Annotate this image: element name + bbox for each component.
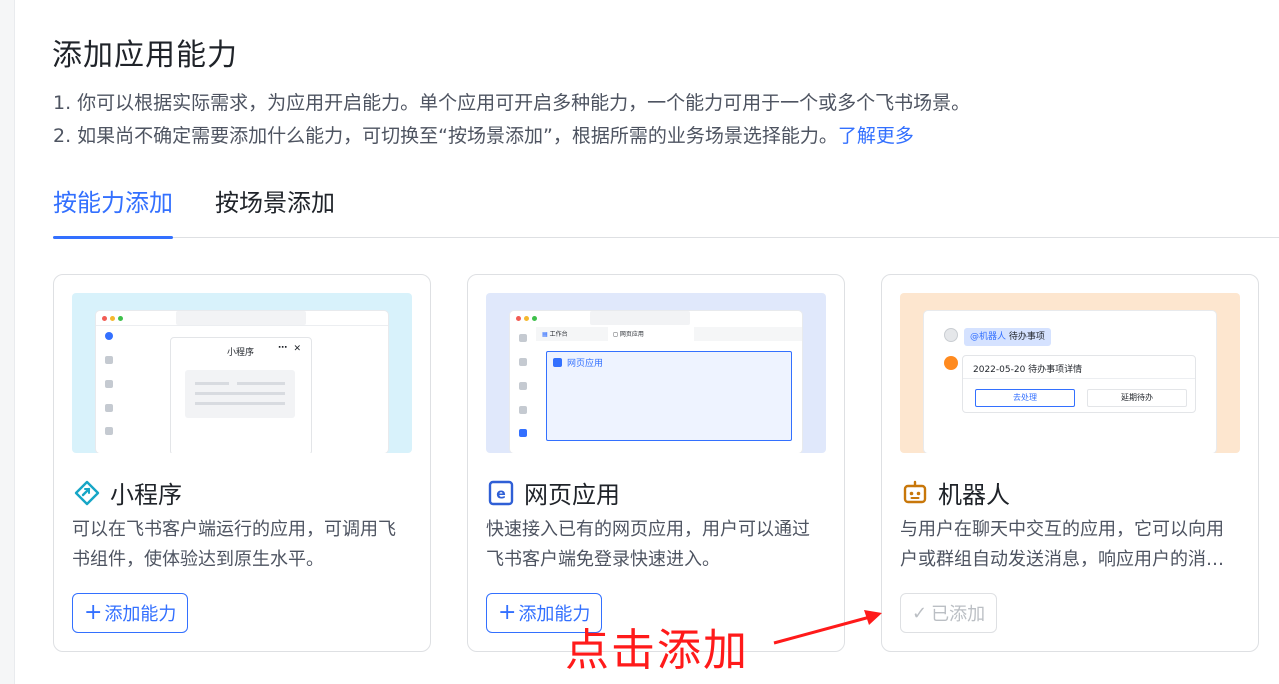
card-description-line: 可以在飞书客户端运行的应用，可调用飞 [72, 519, 396, 540]
web-app-panel-label: 网页应用 [567, 359, 604, 369]
card-description-line: 书组件，使体验达到原生水平。 [72, 549, 324, 570]
card-description-line: 与用户在聊天中交互的应用，它可以向用 [900, 519, 1224, 540]
button-label: 已添加 [931, 604, 986, 625]
task-title: 2022-05-20 待办事项详情 [973, 365, 1083, 375]
card-header: 机器人 [902, 475, 1010, 510]
capability-card-robot: @机器人 待办事项 2022-05-20 待办事项详情 去处理 延期待办 机器人… [881, 274, 1259, 652]
card-description: 可以在飞书客户端运行的应用，可调用飞 书组件，使体验达到原生水平。 [72, 515, 412, 575]
card-description: 快速接入已有的网页应用，用户可以通过 飞书客户端免登录快速进入。 [486, 515, 826, 575]
card-title: 网页应用 [524, 481, 620, 509]
close-icon: ✕ [293, 344, 301, 354]
postpone-task-button: 延期待办 [1087, 389, 1187, 407]
calendar-icon [519, 358, 527, 366]
mention-tag: @机器人 [970, 332, 1007, 342]
handle-task-button: 去处理 [975, 389, 1075, 407]
button-label: 添加能力 [104, 604, 177, 625]
web-app-square-icon [553, 358, 562, 367]
calendar-icon [105, 356, 113, 364]
content-line [237, 382, 285, 385]
preview-tab-webapp: ◻ 网页应用 [613, 329, 644, 338]
annotation-text: 点击添加 [565, 625, 749, 676]
capability-card-web-app: ▦ 工作台 ◻ 网页应用 网页应用 e 网页应用 快速接入已有的网页应用，用户可… [467, 274, 845, 652]
popup-title: 小程序 [227, 348, 255, 358]
docs-icon [519, 382, 527, 390]
mention-message: @机器人 待办事项 [964, 328, 1051, 346]
preview-titlebar [590, 311, 690, 325]
card-description-line: 户或群组自动发送消息，响应用户的消息。 [900, 549, 1240, 570]
mail-icon [105, 404, 113, 412]
preview-titlebar [176, 311, 306, 325]
card-title: 小程序 [110, 481, 182, 509]
mini-program-preview: 小程序 ⋯ ✕ [72, 293, 412, 453]
task-card: 2022-05-20 待办事项详情 去处理 延期待办 [962, 355, 1196, 413]
card-description-line: 快速接入已有的网页应用，用户可以通过 [486, 519, 810, 540]
preview-window: @机器人 待办事项 2022-05-20 待办事项详情 去处理 延期待办 [924, 311, 1216, 453]
content-line [195, 382, 229, 385]
web-app-preview: ▦ 工作台 ◻ 网页应用 网页应用 [486, 293, 826, 453]
apps-icon [519, 429, 527, 437]
description-line-1: 1. 你可以根据实际需求，为应用开启能力。单个应用可开启多种能力，一个能力可用于… [53, 92, 971, 114]
tab-bar: 按能力添加 按场景添加 [53, 184, 1279, 239]
content-line [195, 402, 285, 405]
learn-more-link[interactable]: 了解更多 [838, 125, 914, 147]
card-description-line: 飞书客户端免登录快速进入。 [486, 549, 720, 570]
mail-icon [519, 406, 527, 414]
tab-by-scenario[interactable]: 按场景添加 [215, 184, 335, 238]
preview-tab-webapp-label: 网页应用 [619, 331, 644, 338]
preview-window: 小程序 ⋯ ✕ [96, 311, 388, 453]
preview-window: ▦ 工作台 ◻ 网页应用 网页应用 [510, 311, 802, 453]
robot-icon [902, 480, 928, 506]
plus-icon: + [84, 600, 103, 625]
task-divider [963, 378, 1195, 379]
preview-divider [96, 325, 388, 326]
main-panel: 添加应用能力 1. 你可以根据实际需求，为应用开启能力。单个应用可开启多种能力，… [14, 0, 1279, 684]
window-dots [516, 316, 537, 321]
mention-text: 待办事项 [1008, 332, 1045, 342]
card-header: e 网页应用 [488, 475, 620, 510]
docs-icon [105, 380, 113, 388]
workbench-icon: ▦ [542, 331, 548, 338]
preview-tab-workbench: ▦ 工作台 [542, 329, 568, 338]
mini-program-popup: 小程序 ⋯ ✕ [170, 337, 312, 453]
plus-icon: + [498, 600, 517, 625]
capability-card-mini-program: 小程序 ⋯ ✕ 小程序 可以在飞书客户端运行的应用，可调用飞 书组件，使体验达到… [53, 274, 431, 652]
card-title: 机器人 [938, 481, 1010, 509]
card-header: 小程序 [74, 475, 182, 510]
robot-preview: @机器人 待办事项 2022-05-20 待办事项详情 去处理 延期待办 [900, 293, 1240, 453]
content-line [195, 392, 285, 395]
description-line-2-text: 2. 如果尚不确定需要添加什么能力，可切换至“按场景添加”，根据所需的业务场景选… [53, 125, 838, 147]
added-capability-button: ✓ 已添加 [900, 593, 998, 633]
check-icon: ✓ [912, 602, 928, 624]
preview-tab-workbench-label: 工作台 [549, 331, 568, 338]
add-capability-button[interactable]: + 添加能力 [72, 593, 189, 633]
svg-text:e: e [496, 486, 506, 502]
apps-icon [105, 427, 113, 435]
tab-by-capability[interactable]: 按能力添加 [53, 184, 173, 239]
annotation-arrow-icon [773, 610, 882, 645]
robot-avatar [944, 356, 958, 370]
web-app-panel: 网页应用 [546, 351, 792, 441]
page-title: 添加应用能力 [52, 38, 238, 73]
description-line-2: 2. 如果尚不确定需要添加什么能力，可切换至“按场景添加”，根据所需的业务场景选… [53, 121, 914, 148]
chat-icon [105, 332, 113, 340]
chat-icon [519, 334, 527, 342]
window-dots [102, 316, 123, 321]
more-icon: ⋯ [278, 343, 287, 353]
card-description: 与用户在聊天中交互的应用，它可以向用 户或群组自动发送消息，响应用户的消息。 [900, 515, 1240, 575]
popup-content [185, 370, 295, 418]
user-avatar [944, 328, 958, 342]
mini-program-icon [74, 480, 100, 506]
web-app-icon: e [488, 480, 514, 506]
webapp-tab-icon: ◻ [613, 331, 618, 338]
